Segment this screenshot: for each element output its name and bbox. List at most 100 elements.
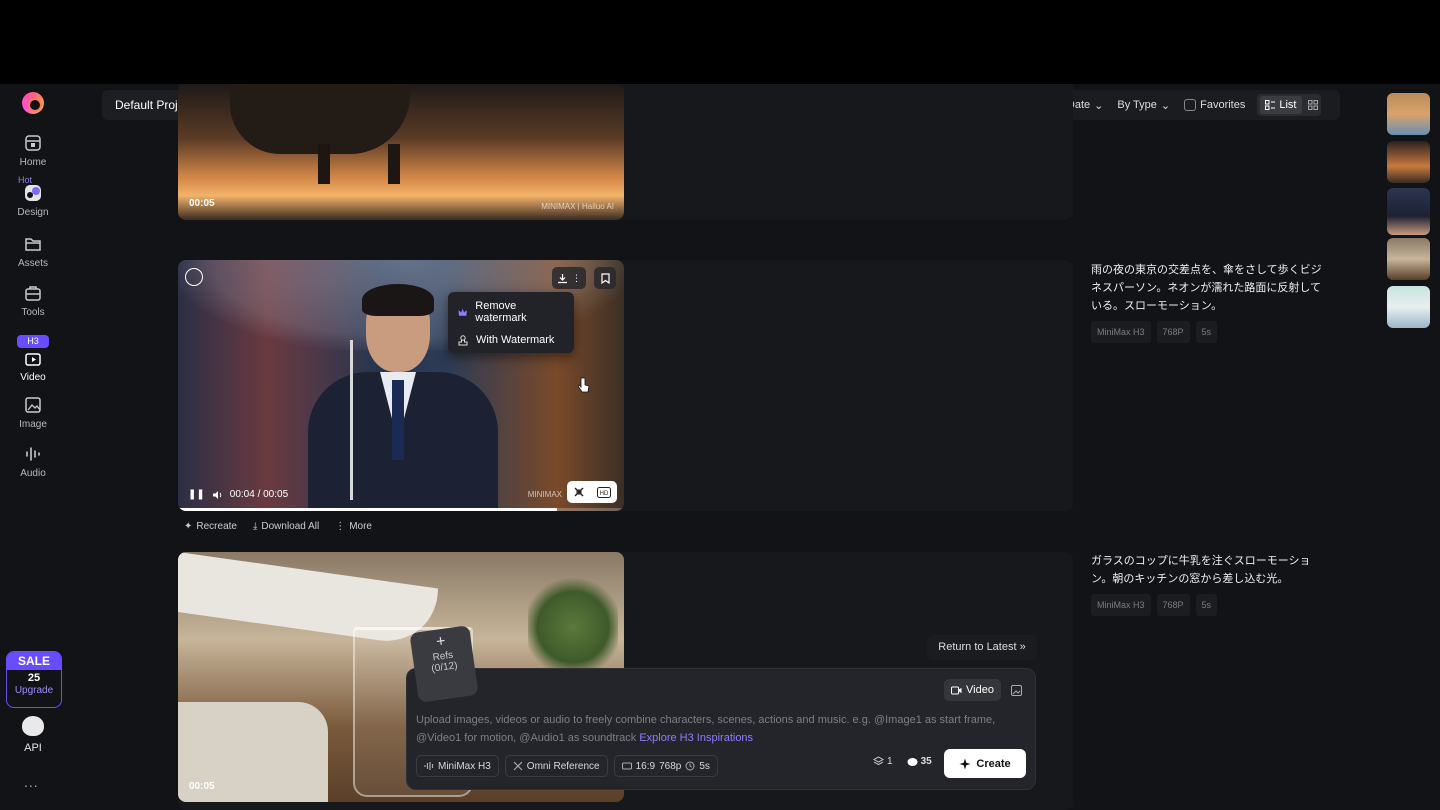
design-icon [25,185,41,201]
player-controls: ❚❚ 00:04 / 00:05 [188,489,288,500]
sidebar-item-label: Audio [20,468,46,479]
sidebar-item-video[interactable]: H3 Video [0,335,66,383]
sidebar-item-label: Home [19,157,47,168]
sale-upgrade-card[interactable]: SALE 25 Upgrade [6,651,62,708]
favorites-checkbox[interactable] [1184,99,1197,111]
select-checkbox[interactable] [185,268,203,286]
duration-label: 5s [699,760,710,772]
resolution-tag: 768P [1156,321,1190,343]
refs-upload[interactable]: + Refs (0/12) [409,625,479,703]
menu-item-label: With Watermark [476,334,555,346]
download-all-label: Download All [261,521,320,532]
upgrade-link[interactable]: Upgrade [7,685,61,696]
resolution-label: 768p [659,760,682,772]
view-toggle: List [1257,94,1321,116]
duration-label: 00:05 [189,781,215,792]
sidebar-item-label: Design [17,207,49,218]
list-label: List [1279,99,1297,111]
download-all-button[interactable]: ⤓ Download All [253,521,319,532]
api-link[interactable]: API [0,716,66,754]
ratio-label: 16:9 [635,760,656,772]
app-logo[interactable] [22,92,44,114]
list-icon [1265,100,1276,110]
crown-icon [458,308,467,316]
by-type-dropdown[interactable]: By Type ⌄ [1117,99,1170,112]
sidebar-item-home[interactable]: Home [0,134,66,168]
return-label: Return to Latest [938,641,1017,653]
sparkle-icon: ✦ [184,521,193,532]
grid-icon [1307,100,1318,110]
sidebar-item-design[interactable]: Design [0,184,66,218]
remove-watermark-option[interactable]: Remove watermark [448,298,574,326]
recreate-button[interactable]: ✦ Recreate [184,521,237,532]
sidebar-item-image[interactable]: Image [0,396,66,430]
video-icon [25,353,41,366]
reference-selector[interactable]: Omni Reference [504,755,608,777]
download-button[interactable]: ⋮ [552,267,586,289]
favorites-toggle[interactable]: Favorites [1184,99,1245,111]
chevron-down-icon: ⌄ [1094,99,1104,112]
omni-icon[interactable] [573,486,585,498]
audio-icon [26,447,40,461]
video-progress-bar[interactable] [178,508,624,511]
sidebar-item-tools[interactable]: Tools [0,284,66,318]
sidebar-item-label: Image [19,419,47,430]
bookmark-button[interactable] [594,267,616,289]
hair [362,284,434,316]
return-to-latest-button[interactable]: Return to Latest » [927,635,1037,660]
h3-badge: H3 [17,335,49,348]
with-watermark-option[interactable]: With Watermark [448,326,574,354]
sidebar-item-audio[interactable]: Audio [0,445,66,479]
volume-icon[interactable] [212,490,223,500]
enhance-controls: HD [567,481,617,503]
pause-icon[interactable]: ❚❚ [188,489,205,500]
image-icon [25,397,41,413]
prompt-text: 雨の夜の東京の交差点を、傘をさして歩くビジネスパーソン。ネオンが濡れた路面に反射… [1091,264,1322,312]
cat-leg [388,144,400,184]
prompt-input[interactable]: Upload images, videos or audio to freely… [416,711,1026,747]
aspect-ratio-icon [621,762,632,770]
folder-icon [25,238,41,251]
more-button[interactable]: ⋮ More [335,521,372,532]
create-label: Create [976,757,1011,770]
video-thumbnail[interactable]: 00:05 MINIMAX | Hailuo AI [178,84,624,220]
bookmark-icon [600,272,610,284]
credits-icon [907,757,918,766]
count-selector[interactable]: 1 [873,756,893,767]
sidebar-item-assets[interactable]: Assets [0,235,66,269]
player-time: 00:04 / 00:05 [229,489,289,500]
waveform-icon [424,762,434,770]
video-mode-button[interactable]: Video [944,679,1001,701]
prompt-text: ガラスのコップに牛乳を注ぐスローモーション。朝のキッチンの窓から差し込む光。 [1091,555,1311,585]
app-window: Home Hot Design Assets Tools H3 Video Im… [0,84,1440,810]
hd-icon[interactable]: HD [597,486,611,498]
duration-tag: 5s [1195,594,1218,616]
image-mode-button[interactable] [1005,679,1027,701]
stack-icon [873,756,884,766]
more-menu-button[interactable]: ... [24,774,39,790]
model-label: MiniMax H3 [438,760,491,772]
sidebar: Home Hot Design Assets Tools H3 Video Im… [0,84,66,810]
history-thumbnail[interactable] [1387,286,1430,328]
grid-view-button[interactable] [1307,100,1318,110]
download-icon [558,273,567,283]
explore-link[interactable]: Explore H3 Inspirations [639,732,753,744]
video-icon [951,686,962,694]
list-view-button[interactable]: List [1260,96,1302,114]
more-label: More [349,521,372,532]
sparkle-icon [959,758,971,769]
format-selector[interactable]: 16:9 768p 5s [613,755,718,777]
history-thumbnail[interactable] [1387,238,1430,280]
model-selector[interactable]: MiniMax H3 [416,755,499,777]
watermark: MINIMAX [527,490,562,499]
mascot-icon [22,716,44,736]
image-icon [1010,684,1022,696]
history-thumbnail[interactable] [1387,141,1430,183]
history-thumbnail[interactable] [1387,188,1430,235]
history-thumbnail[interactable] [1387,93,1430,135]
prompt-meta: MiniMax H3 768P 5s [1091,321,1331,343]
create-button[interactable]: Create [944,749,1026,778]
model-tag: MiniMax H3 [1091,321,1151,343]
sidebar-item-label: Assets [17,258,48,269]
more-dots-icon: ⋮ [572,272,581,283]
